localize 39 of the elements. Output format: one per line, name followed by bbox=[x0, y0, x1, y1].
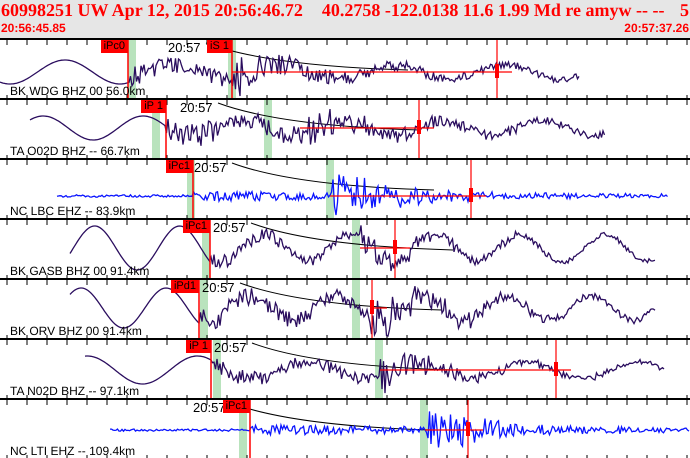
phase-pick-label[interactable]: iPc0 bbox=[100, 40, 128, 53]
phase-pick-label[interactable]: iPc1 bbox=[222, 400, 250, 413]
time-mark: 20:57 bbox=[194, 160, 227, 175]
pick-line bbox=[198, 280, 200, 338]
phase-pick-label[interactable]: iP 1 bbox=[141, 100, 166, 113]
phase-pick-label[interactable]: iP 1 bbox=[186, 340, 211, 353]
edge-text: 5 bbox=[680, 0, 689, 21]
coda-marker bbox=[370, 280, 387, 338]
start-time: 20:56:45.85 bbox=[1, 21, 66, 35]
time-mark: 20:57 bbox=[213, 220, 246, 235]
event-summary: 60998251 UW Apr 12, 2015 20:56:46.72 bbox=[1, 0, 303, 21]
phase-pick-label[interactable]: iS 1 bbox=[207, 40, 232, 53]
station-label: BK GASB BHZ 00 91.4km bbox=[10, 264, 150, 278]
coda-marker bbox=[425, 400, 483, 458]
event-location: 40.2758 -122.0138 11.6 1.99 Md re amyw -- -- bbox=[322, 0, 664, 21]
pick-window-band bbox=[352, 220, 360, 278]
time-mark: 20:57 bbox=[202, 280, 235, 295]
time-mark: 20:57 bbox=[180, 100, 213, 115]
phase-pick-label[interactable]: iPc1 bbox=[182, 220, 210, 233]
pick-line bbox=[165, 100, 167, 158]
pick-line bbox=[127, 40, 129, 98]
station-label: NC LTI EHZ -- 109.4km bbox=[10, 444, 136, 458]
time-mark: 20:57 bbox=[168, 40, 201, 55]
pick-window-band bbox=[352, 280, 360, 338]
pick-line bbox=[231, 40, 233, 98]
pick-window-band bbox=[420, 400, 428, 458]
time-mark: 20:57 bbox=[214, 340, 247, 355]
station-label: TA O02D BHZ -- 66.7km bbox=[10, 144, 140, 158]
coda-marker bbox=[360, 220, 410, 278]
station-label: NC LBC EHZ -- 83.9km bbox=[10, 204, 136, 218]
station-label: TA N02D BHZ -- 97.1km bbox=[10, 384, 140, 398]
pick-line bbox=[209, 220, 211, 278]
pick-line bbox=[210, 340, 212, 398]
end-time: 20:57:37.26 bbox=[624, 21, 689, 35]
phase-pick-label[interactable]: iPd1 bbox=[170, 280, 199, 293]
pick-line bbox=[249, 400, 251, 458]
station-label: BK ORV BHZ 00 91.4km bbox=[10, 324, 142, 338]
phase-pick-label[interactable]: iPc1 bbox=[166, 160, 193, 173]
pick-line bbox=[192, 160, 194, 218]
